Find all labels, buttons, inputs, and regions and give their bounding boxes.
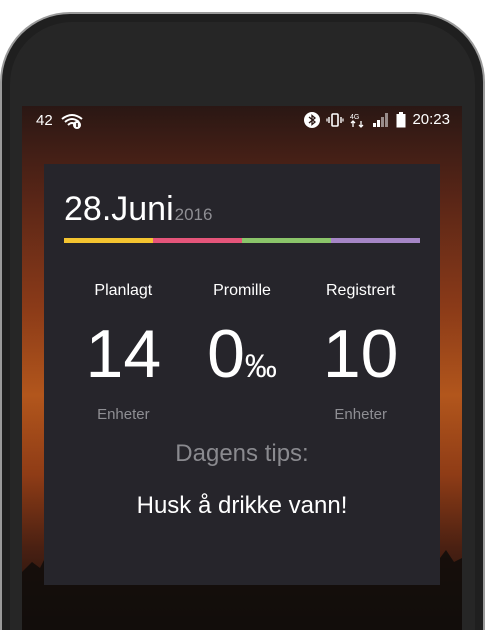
stat-registered[interactable]: Registrert 10 Enheter: [301, 282, 420, 426]
phone-frame: 42 4G 20:23 28.Juni 2016 Planlagt 14 Enh…: [0, 12, 485, 630]
tips-heading: Dagens tips:: [175, 440, 309, 467]
stat-promille[interactable]: Promille 0‰: [183, 282, 302, 426]
tips-text: Husk å drikke vann!: [136, 492, 348, 519]
stat-promille-label: Promille: [213, 282, 271, 299]
stat-promille-sub: [183, 406, 302, 426]
year-label: 2016: [174, 205, 213, 224]
stat-planned-value: 14: [85, 316, 162, 392]
drink-tracker-widget[interactable]: 28.Juni 2016 Planlagt 14 Enheter Promill…: [44, 164, 440, 585]
stat-registered-label: Registrert: [326, 282, 396, 299]
notification-count: 42: [36, 112, 53, 129]
data-4g-icon: 4G: [350, 114, 364, 128]
stats-row: Planlagt 14 Enheter Promille 0‰ Registre…: [64, 282, 420, 426]
status-bar: 42 4G 20:23: [22, 106, 462, 134]
stat-registered-value: 10: [322, 316, 399, 392]
date-label: 28.Juni: [64, 190, 174, 228]
color-segment-green: [242, 238, 331, 243]
date-header: 28.Juni 2016: [64, 190, 212, 229]
stat-planned-unit: Enheter: [97, 406, 150, 423]
svg-text:4G: 4G: [350, 114, 359, 121]
bluetooth-icon: [304, 111, 321, 128]
stat-promille-value: 0‰: [207, 316, 277, 392]
permille-symbol: ‰: [244, 348, 277, 384]
stat-registered-unit: Enheter: [334, 406, 387, 423]
color-segment-pink: [153, 238, 242, 243]
color-segment-yellow: [64, 238, 153, 243]
stat-planned[interactable]: Planlagt 14 Enheter: [64, 282, 183, 426]
battery-icon: [396, 111, 406, 127]
color-divider: [64, 238, 420, 243]
home-screen: 42 4G 20:23 28.Juni 2016 Planlagt 14 Enh…: [22, 106, 462, 630]
color-segment-purple: [331, 238, 420, 243]
stat-planned-label: Planlagt: [94, 282, 153, 299]
clock: 20:23: [412, 111, 450, 128]
signal-icon: [373, 112, 389, 127]
vibrate-icon: [326, 112, 345, 127]
wifi-icon: [61, 113, 83, 129]
